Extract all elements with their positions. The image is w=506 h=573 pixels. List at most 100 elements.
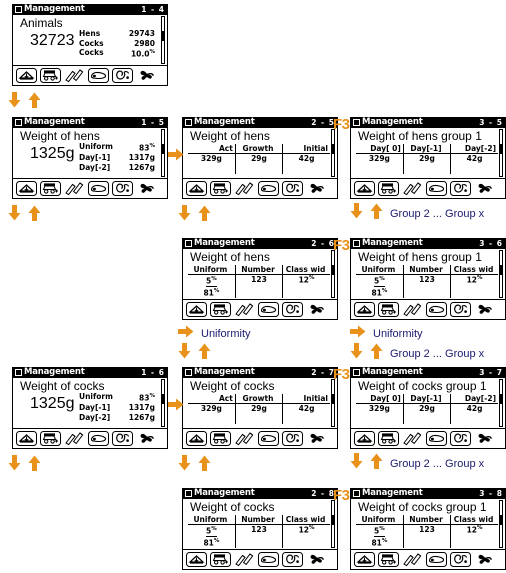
arrow-right-icon[interactable] (178, 325, 194, 343)
house-icon[interactable] (352, 430, 377, 447)
arrow-up-icon[interactable] (198, 205, 211, 226)
scrollbar-thumb[interactable] (332, 394, 334, 404)
scrollbar-thumb[interactable] (332, 265, 334, 275)
fan-icon[interactable] (304, 180, 329, 197)
scrollbar[interactable] (331, 129, 335, 177)
pencils-icon[interactable] (400, 430, 425, 447)
scrollbar[interactable] (499, 129, 503, 177)
arrow-up-icon[interactable] (370, 343, 383, 364)
arrow-down-icon[interactable] (178, 343, 191, 364)
arrow-up-icon[interactable] (28, 455, 41, 476)
egg-icon[interactable] (424, 430, 449, 447)
lcd-panel-cocks-act[interactable]: Management 2 - 7 Weight of cocks Act Growth I… (182, 367, 338, 449)
arrow-up-icon[interactable] (370, 453, 383, 474)
egg-icon[interactable] (424, 301, 449, 318)
scrollbar[interactable] (499, 250, 503, 298)
arrow-up-icon[interactable] (198, 455, 211, 476)
feed-scale-icon[interactable] (38, 180, 63, 197)
lcd-panel-animals[interactable]: Management 1 - 4 Animals 32723 Hens 29743 Cock… (12, 4, 168, 86)
bird-icon[interactable] (110, 180, 135, 197)
house-icon[interactable] (184, 180, 209, 197)
arrow-right-icon[interactable] (168, 148, 184, 166)
feed-scale-icon[interactable] (38, 67, 63, 84)
egg-icon[interactable] (256, 551, 281, 568)
lcd-panel-hens-act[interactable]: Management 2 - 5 Weight of hens Act Growth In… (182, 117, 338, 199)
egg-icon[interactable] (256, 430, 281, 447)
fan-icon[interactable] (472, 551, 497, 568)
feed-scale-icon[interactable] (208, 430, 233, 447)
pencils-icon[interactable] (232, 301, 257, 318)
house-icon[interactable] (14, 180, 39, 197)
lcd-panel-weight-cocks[interactable]: Management 1 - 6 Weight of cocks 1325g Unifo… (12, 367, 168, 449)
lcd-panel-cocks-group-uniform[interactable]: Management 3 - 8 Weight of cocks group 1 Un… (350, 488, 506, 570)
scrollbar-thumb[interactable] (500, 144, 502, 154)
house-icon[interactable] (352, 551, 377, 568)
fkey-f3[interactable]: F3 (333, 237, 350, 254)
bird-icon[interactable] (110, 430, 135, 447)
house-icon[interactable] (352, 301, 377, 318)
scrollbar-thumb[interactable] (500, 394, 502, 404)
scrollbar[interactable] (499, 379, 503, 427)
pencils-icon[interactable] (400, 551, 425, 568)
fan-icon[interactable] (134, 180, 159, 197)
lcd-panel-hens-group-uniform[interactable]: Management 3 - 6 Weight of hens group 1 Uni… (350, 238, 506, 320)
pencils-icon[interactable] (62, 67, 87, 84)
arrow-down-icon[interactable] (178, 205, 191, 226)
scrollbar[interactable] (331, 379, 335, 427)
fan-icon[interactable] (472, 180, 497, 197)
fan-icon[interactable] (304, 551, 329, 568)
lcd-panel-cocks-group-days[interactable]: Management 3 - 7 Weight of cocks group 1 Da… (350, 367, 506, 449)
scrollbar-thumb[interactable] (162, 144, 164, 154)
pencils-icon[interactable] (400, 301, 425, 318)
feed-scale-icon[interactable] (376, 180, 401, 197)
bird-icon[interactable] (448, 551, 473, 568)
egg-icon[interactable] (256, 180, 281, 197)
arrow-up-icon[interactable] (198, 343, 211, 364)
pencils-icon[interactable] (400, 180, 425, 197)
feed-scale-icon[interactable] (376, 301, 401, 318)
lcd-panel-hens-group-days[interactable]: Management 3 - 5 Weight of hens group 1 Day… (350, 117, 506, 199)
scrollbar-thumb[interactable] (332, 144, 334, 154)
house-icon[interactable] (184, 551, 209, 568)
house-icon[interactable] (184, 430, 209, 447)
arrow-up-icon[interactable] (28, 205, 41, 226)
bird-icon[interactable] (280, 551, 305, 568)
fkey-f3[interactable]: F3 (333, 366, 350, 383)
pencils-icon[interactable] (62, 430, 87, 447)
fkey-f3[interactable]: F3 (333, 116, 350, 133)
feed-scale-icon[interactable] (376, 551, 401, 568)
bird-icon[interactable] (280, 430, 305, 447)
arrow-right-icon[interactable] (168, 398, 184, 416)
pencils-icon[interactable] (232, 430, 257, 447)
fan-icon[interactable] (304, 301, 329, 318)
fan-icon[interactable] (304, 430, 329, 447)
scrollbar[interactable] (499, 500, 503, 548)
arrow-down-icon[interactable] (8, 92, 21, 113)
pencils-icon[interactable] (232, 180, 257, 197)
bird-icon[interactable] (448, 301, 473, 318)
scrollbar-thumb[interactable] (500, 265, 502, 275)
arrow-down-icon[interactable] (8, 455, 21, 476)
house-icon[interactable] (14, 67, 39, 84)
scrollbar-thumb[interactable] (162, 31, 164, 41)
bird-icon[interactable] (110, 67, 135, 84)
bird-icon[interactable] (448, 430, 473, 447)
arrow-down-icon[interactable] (8, 205, 21, 226)
pencils-icon[interactable] (232, 551, 257, 568)
arrow-down-icon[interactable] (350, 343, 363, 364)
feed-scale-icon[interactable] (208, 301, 233, 318)
fan-icon[interactable] (472, 301, 497, 318)
scrollbar[interactable] (161, 129, 165, 177)
egg-icon[interactable] (424, 180, 449, 197)
lcd-panel-hens-uniform[interactable]: Management 2 - 6 Weight of hens Uniform Numb… (182, 238, 338, 320)
arrow-right-icon[interactable] (350, 325, 366, 343)
scrollbar[interactable] (161, 16, 165, 64)
bird-icon[interactable] (280, 180, 305, 197)
arrow-down-icon[interactable] (350, 203, 363, 224)
egg-icon[interactable] (256, 301, 281, 318)
scrollbar[interactable] (331, 250, 335, 298)
pencils-icon[interactable] (62, 180, 87, 197)
fan-icon[interactable] (134, 67, 159, 84)
scrollbar[interactable] (331, 500, 335, 548)
feed-scale-icon[interactable] (376, 430, 401, 447)
